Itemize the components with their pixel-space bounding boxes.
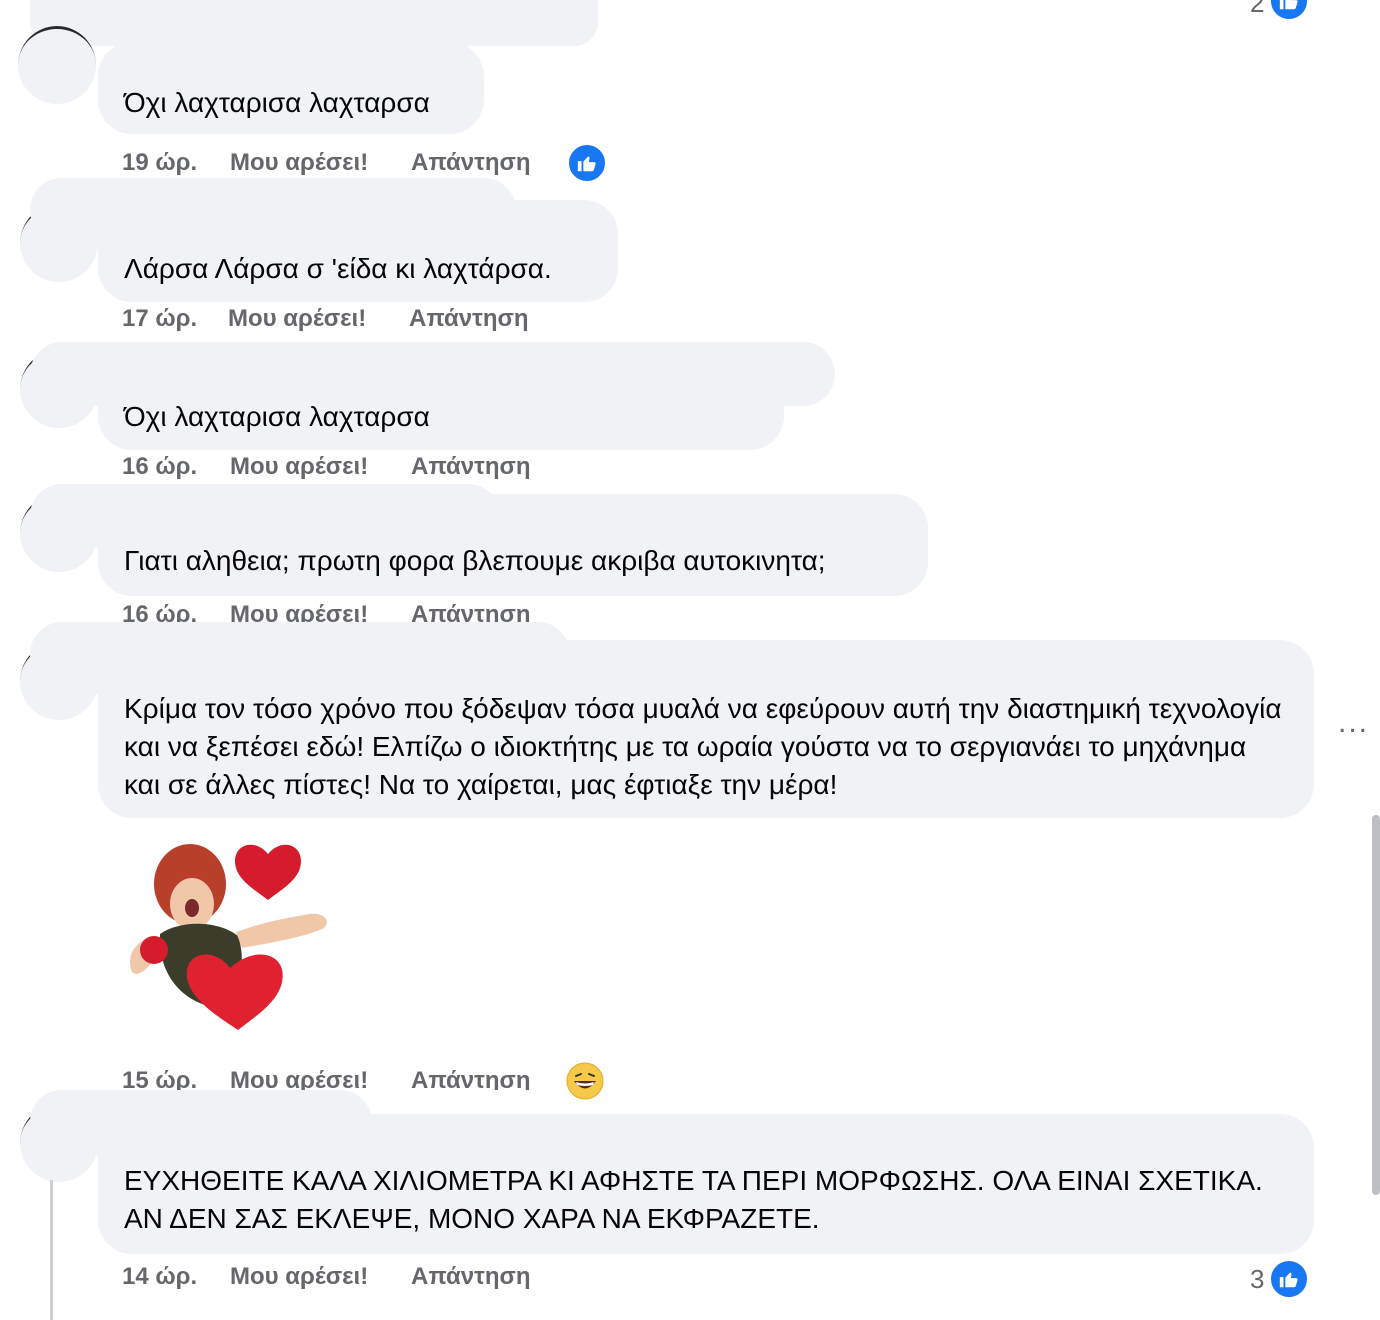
comment-text: Κρίμα τον τόσο χρόνο που ξόδεψαν τόσα μυ… [124,693,1282,800]
thumbs-up-icon [1279,1272,1298,1288]
comment-actions: 19 ώρ. Μου αρέσει! Απάντηση [122,146,582,180]
laughing-emoji-icon[interactable] [566,1062,604,1100]
reply-button[interactable]: Απάντηση [409,302,529,336]
comment-text: Όχι λαχταρισα λαχταρσα [124,401,430,432]
reply-button[interactable]: Απάντηση [411,146,531,180]
comment-actions: 16 ώρ. Μου αρέσει! Απάντηση [122,598,582,622]
comment-actions: 14 ώρ. Μου αρέσει! Απάντηση [122,1260,582,1294]
like-button[interactable]: Μου αρέσει! [230,146,368,180]
reply-button[interactable]: Απάντηση [411,1260,531,1294]
comment-actions: 16 ώρ. Μου αρέσει! Απάντηση [122,450,582,484]
scrollbar[interactable] [1372,815,1380,1195]
thumbs-up-icon [577,156,596,172]
reaction-count: 3 [1250,1264,1265,1294]
comment-text: Γιατι αληθεια; πρωτη φορα βλεπουμε ακριβ… [124,545,826,576]
comment-bubble: ΕΥΧΗΘΕΙΤΕ ΚΑΛΑ ΧΙΛΙΟΜΕΤΡΑ ΚΙ ΑΦΗΣΤΕ ΤΑ Π… [98,1114,1314,1254]
comment-bubble: Όχι λαχταρισα λαχταρσα [98,346,784,450]
comment-bubble: Λάρσα Λάρσα σ 'είδα κι λαχτάρσα. [98,200,618,302]
like-button[interactable]: Μου αρέσει! [228,302,366,336]
like-reaction-badge[interactable] [566,142,608,184]
like-button[interactable]: Μου αρέσει! [230,1064,368,1090]
comment-time[interactable]: 14 ώρ. [122,1260,197,1294]
reply-thread-line [50,1180,53,1320]
comment-bubble: Γιατι αληθεια; πρωτη φορα βλεπουμε ακριβ… [98,494,928,596]
comment-text: Όχι λαχταρισα λαχταρσα [124,87,430,118]
thumbs-up-icon [1279,0,1298,10]
redacted-name-area [30,0,598,46]
comment-time[interactable]: 15 ώρ. [122,1064,197,1090]
comment-text: Λάρσα Λάρσα σ 'είδα κι λαχτάρσα. [124,253,552,284]
reply-button[interactable]: Απάντηση [411,598,531,622]
reply-button[interactable]: Απάντηση [411,450,531,484]
comment-actions: 17 ώρ. Μου αρέσει! Απάντηση [122,302,582,336]
reply-button[interactable]: Απάντηση [411,1064,531,1090]
comment-time[interactable]: 16 ώρ. [122,450,197,484]
heart-avatar-sticker [129,844,327,1030]
comment-time[interactable]: 17 ώρ. [122,302,197,336]
like-reaction-badge[interactable] [1268,1258,1310,1300]
comment-time[interactable]: 19 ώρ. [122,146,197,180]
comment-time[interactable]: 16 ώρ. [122,598,197,622]
avatar[interactable] [18,26,96,104]
comment-bubble: Όχι λαχταρισα λαχταρσα [98,42,484,134]
like-button[interactable]: Μου αρέσει! [230,598,368,622]
reaction-count-top: 2 [1250,0,1265,18]
like-button[interactable]: Μου αρέσει! [230,1260,368,1294]
comment-actions: 15 ώρ. Μου αρέσει! Απάντηση [122,1064,582,1090]
comment-bubble: Κρίμα τον τόσο χρόνο που ξόδεψαν τόσα μυ… [98,640,1314,818]
more-options-icon[interactable]: ... [1338,706,1369,740]
comment-text: ΕΥΧΗΘΕΙΤΕ ΚΑΛΑ ΧΙΛΙΟΜΕΤΡΑ ΚΙ ΑΦΗΣΤΕ ΤΑ Π… [124,1165,1263,1234]
like-button[interactable]: Μου αρέσει! [230,450,368,484]
like-reaction-badge-top[interactable] [1268,0,1310,22]
